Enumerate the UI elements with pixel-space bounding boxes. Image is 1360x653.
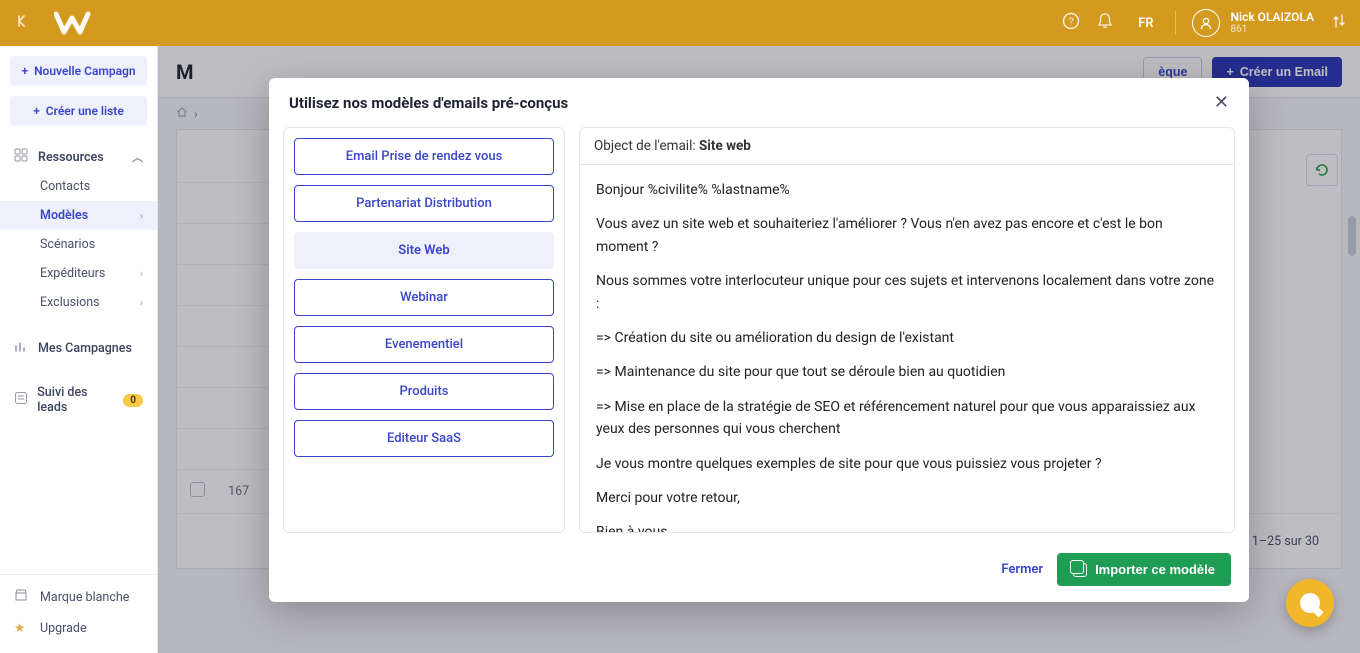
star-icon: ★: [14, 620, 32, 636]
sidebar-item-mes-campagnes[interactable]: Mes Campagnes: [0, 333, 157, 363]
user-id: 861: [1230, 24, 1314, 35]
sidebar-item-scenarios[interactable]: Scénarios: [0, 230, 157, 259]
template-modal: Utilisez nos modèles d'emails pré-conçus…: [269, 78, 1249, 602]
template-option[interactable]: Editeur SaaS: [294, 420, 554, 457]
new-campaign-label: Nouvelle Campagn: [34, 64, 135, 78]
upgrade-label: Upgrade: [40, 621, 87, 636]
logo[interactable]: [54, 10, 116, 36]
sidebar-item-expediteurs[interactable]: Expéditeurs ›: [0, 259, 157, 288]
sidebar-item-contacts[interactable]: Contacts: [0, 172, 157, 201]
new-list-button[interactable]: + Créer une liste: [10, 96, 147, 126]
template-list: Email Prise de rendez vous Partenariat D…: [283, 127, 565, 533]
sidebar: + Nouvelle Campagn + Créer une liste Resso…: [0, 46, 158, 653]
grid-icon: [14, 148, 32, 166]
template-option[interactable]: Produits: [294, 373, 554, 410]
user-name: Nick OLAIZOLA: [1230, 11, 1314, 24]
modal-close-button[interactable]: Fermer: [1001, 562, 1043, 577]
sidebar-collapse-icon[interactable]: [14, 14, 32, 32]
chat-icon: [1300, 593, 1320, 613]
chevron-right-icon: ›: [140, 267, 143, 280]
template-option[interactable]: Email Prise de rendez vous: [294, 138, 554, 175]
suivi-leads-label: Suivi des leads: [37, 385, 117, 415]
plus-icon: +: [21, 64, 28, 78]
bell-icon[interactable]: [1088, 12, 1122, 34]
template-preview: Object de l'email: Site web Bonjour %civ…: [579, 127, 1235, 533]
chart-icon: [14, 339, 32, 357]
chevron-right-icon: ›: [140, 209, 143, 222]
chevron-up-icon: ︿: [132, 149, 143, 165]
new-list-label: Créer une liste: [46, 104, 124, 118]
modal-title: Utilisez nos modèles d'emails pré-conçus: [289, 94, 568, 112]
chat-fab[interactable]: [1286, 579, 1334, 627]
main: M èque +Créer un Email › ⋮✎🗑 ⋮✎🗑: [158, 46, 1360, 653]
template-option[interactable]: Webinar: [294, 279, 554, 316]
sidebar-item-upgrade[interactable]: ★ Upgrade: [0, 613, 157, 643]
avatar[interactable]: [1192, 9, 1220, 37]
svg-text:?: ?: [1068, 17, 1074, 28]
sidebar-item-exclusions[interactable]: Exclusions ›: [0, 288, 157, 317]
sidebar-item-marque-blanche[interactable]: Marque blanche: [0, 581, 157, 613]
help-icon[interactable]: ?: [1054, 12, 1088, 34]
sidebar-section-resources[interactable]: Ressources ︿: [0, 142, 157, 172]
mes-campagnes-label: Mes Campagnes: [38, 341, 132, 356]
preview-body: Bonjour %civilite% %lastname% Vous avez …: [580, 165, 1234, 532]
chevron-right-icon: ›: [140, 296, 143, 309]
template-option[interactable]: Partenariat Distribution: [294, 185, 554, 222]
modal-backdrop[interactable]: Utilisez nos modèles d'emails pré-conçus…: [158, 46, 1360, 653]
topbar: ? FR Nick OLAIZOLA 861: [0, 0, 1360, 46]
sidebar-item-modeles[interactable]: Modèles ›: [0, 201, 157, 230]
sidebar-item-suivi-leads[interactable]: Suivi des leads 0: [0, 379, 157, 421]
import-template-button[interactable]: Importer ce modèle: [1057, 553, 1231, 586]
close-icon[interactable]: ✕: [1214, 92, 1229, 113]
resources-label: Ressources: [38, 150, 104, 165]
new-campaign-button[interactable]: + Nouvelle Campagn: [10, 56, 147, 86]
leads-badge: 0: [123, 394, 143, 407]
language-selector[interactable]: FR: [1138, 16, 1153, 31]
template-option-selected[interactable]: Site Web: [294, 232, 554, 269]
store-icon: [14, 588, 32, 606]
list-icon: [14, 391, 31, 409]
sort-icon[interactable]: [1332, 13, 1346, 33]
marque-blanche-label: Marque blanche: [40, 590, 129, 605]
preview-subject: Object de l'email: Site web: [580, 128, 1234, 165]
plus-icon: +: [33, 104, 40, 118]
copy-icon: [1073, 563, 1087, 577]
user-block[interactable]: Nick OLAIZOLA 861: [1230, 11, 1314, 35]
template-option[interactable]: Evenementiel: [294, 326, 554, 363]
